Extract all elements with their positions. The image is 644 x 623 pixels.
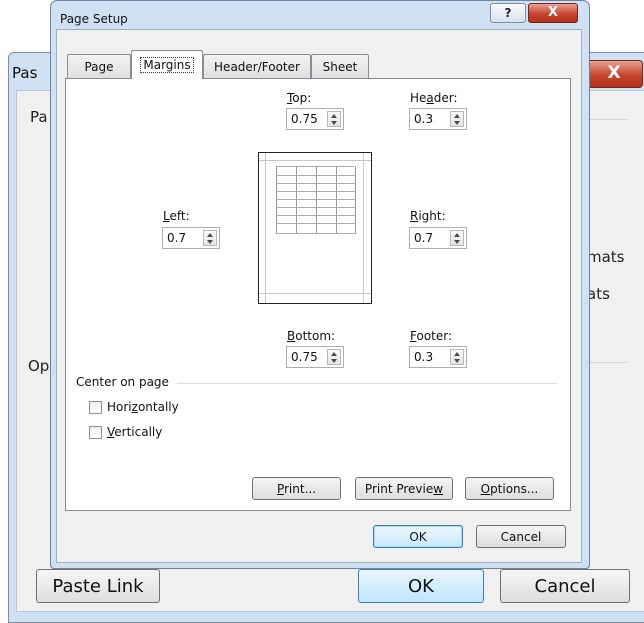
tab-margins[interactable]: Margins — [131, 50, 203, 79]
footer-margin-label: Footer: — [410, 329, 453, 343]
close-button[interactable]: X — [528, 3, 578, 23]
paste-link-button[interactable]: Paste Link — [36, 569, 160, 603]
right-margin-spinner[interactable]: 0.7 — [409, 227, 467, 249]
left-margin-label: Left: — [163, 209, 190, 223]
spin-arrows-icon[interactable] — [203, 230, 217, 246]
horizontally-checkbox[interactable] — [89, 401, 102, 414]
tab-page-label: Page — [84, 59, 114, 74]
cancel-button-label: Cancel — [500, 529, 542, 544]
ok-button-label: OK — [409, 529, 427, 544]
tab-header-footer-label: Header/Footer — [214, 59, 300, 74]
tab-header-footer[interactable]: Header/Footer — [203, 54, 311, 78]
ok-button[interactable]: OK — [373, 525, 463, 548]
group-divider — [177, 383, 557, 384]
tab-margins-label: Margins — [140, 57, 194, 73]
cancel-button[interactable]: Cancel — [476, 525, 566, 548]
print-preview-button-label: Print Preview — [364, 481, 444, 496]
footer-margin-spinner[interactable]: 0.3 — [409, 346, 467, 368]
print-button-label: Print... — [276, 481, 317, 496]
right-margin-value: 0.7 — [414, 231, 434, 245]
top-margin-label: Top: — [287, 91, 312, 105]
right-margin-label: Right: — [410, 209, 446, 223]
options-button-label: Options... — [480, 481, 539, 496]
background-formats-text-1: mats — [587, 248, 625, 266]
spin-arrows-icon[interactable] — [327, 111, 341, 127]
paste-link-button-label: Paste Link — [52, 575, 144, 597]
page-preview-icon — [258, 152, 372, 304]
options-button[interactable]: Options... — [465, 477, 554, 500]
background-ok-label: OK — [408, 575, 434, 597]
background-group-divider — [588, 119, 628, 120]
tab-sheet-label: Sheet — [322, 59, 358, 74]
print-button[interactable]: Print... — [252, 477, 341, 500]
print-preview-button[interactable]: Print Preview — [355, 477, 453, 500]
bottom-margin-value: 0.75 — [291, 350, 318, 364]
center-on-page-label: Center on page — [76, 375, 169, 389]
top-margin-value: 0.75 — [291, 112, 318, 126]
tab-page[interactable]: Page — [67, 54, 131, 78]
spin-arrows-icon[interactable] — [327, 349, 341, 365]
background-close-button[interactable]: X — [585, 60, 643, 88]
background-dialog-title: Pas — [12, 64, 38, 82]
background-cancel-button[interactable]: Cancel — [500, 569, 630, 603]
dialog-title: Page Setup — [60, 12, 128, 26]
footer-margin-value: 0.3 — [414, 350, 434, 364]
bottom-margin-spinner[interactable]: 0.75 — [286, 346, 344, 368]
preview-grid — [276, 166, 356, 234]
top-margin-spinner[interactable]: 0.75 — [286, 108, 344, 130]
header-margin-label: Header: — [410, 91, 458, 105]
bottom-margin-label: Bottom: — [287, 329, 336, 343]
background-formats-text-2: ats — [587, 285, 610, 303]
background-group-divider — [588, 362, 628, 363]
vertically-label: Vertically — [107, 425, 163, 439]
vertically-checkbox[interactable] — [89, 426, 102, 439]
background-ok-button[interactable]: OK — [358, 569, 484, 603]
help-button[interactable]: ? — [490, 3, 526, 23]
left-margin-value: 0.7 — [167, 231, 187, 245]
header-margin-value: 0.3 — [414, 112, 434, 126]
background-group-paste-label: Pa — [30, 108, 48, 126]
background-group-operation-label: Op — [28, 357, 50, 375]
spin-arrows-icon[interactable] — [450, 230, 464, 246]
horizontally-label: Horizontally — [107, 400, 179, 414]
header-margin-spinner[interactable]: 0.3 — [409, 108, 467, 130]
spin-arrows-icon[interactable] — [450, 111, 464, 127]
left-margin-spinner[interactable]: 0.7 — [162, 227, 220, 249]
tab-sheet[interactable]: Sheet — [311, 54, 369, 78]
spin-arrows-icon[interactable] — [450, 349, 464, 365]
background-cancel-label: Cancel — [534, 575, 596, 597]
